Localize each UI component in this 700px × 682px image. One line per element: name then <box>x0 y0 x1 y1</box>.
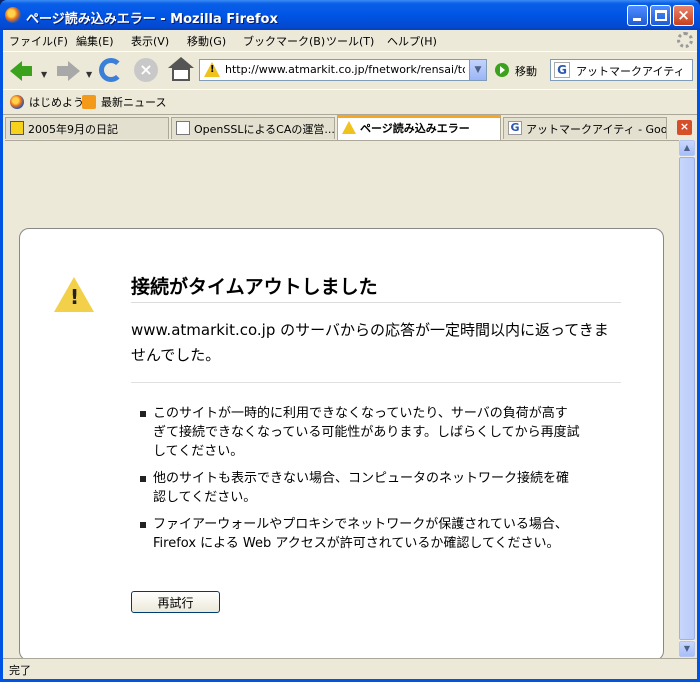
stop-icon: × <box>134 58 158 82</box>
browser-window: ページ読み込みエラー - Mozilla Firefox × ファイル(F) 編… <box>0 0 700 682</box>
status-text: 完了 <box>9 664 31 677</box>
menu-bar: ファイル(F) 編集(E) 表示(V) 移動(G) ブックマーク(B) ツール(… <box>3 30 697 50</box>
warning-icon: ! <box>204 62 220 77</box>
rss-icon <box>82 95 96 109</box>
url-history-dropdown[interactable]: ▼ <box>469 60 486 80</box>
menu-file[interactable]: ファイル(F) <box>9 33 68 49</box>
minimize-button[interactable] <box>627 5 648 26</box>
divider <box>131 382 621 383</box>
tab-label: 2005年9月の日記 <box>28 123 118 136</box>
reload-icon <box>99 58 123 82</box>
warning-glyph: ! <box>210 64 215 75</box>
error-description: www.atmarkit.co.jp のサーバからの応答が一定時間以内に返ってき… <box>131 321 609 364</box>
search-input[interactable]: アットマークアイティ <box>576 63 685 79</box>
warning-icon <box>342 121 356 134</box>
minimize-icon <box>633 18 641 21</box>
tab-page-load-error[interactable]: ページ読み込みエラー <box>337 115 501 140</box>
back-arrow-shaft <box>21 66 32 76</box>
url-bar[interactable]: ! http://www.atmarkit.co.jp/fnetwork/ren… <box>199 59 487 81</box>
url-input[interactable]: http://www.atmarkit.co.jp/fnetwork/rensa… <box>225 63 465 76</box>
stop-button[interactable]: × <box>131 55 161 85</box>
firefox-icon <box>5 7 21 23</box>
list-item: このサイトが一時的に利用できなくなっていたり、サーバの負荷が高すぎて接続できなく… <box>140 404 580 461</box>
status-bar: 完了 <box>3 658 697 679</box>
tab-google-search[interactable]: G アットマークアイティ - Googl... <box>503 117 667 139</box>
menu-help[interactable]: ヘルプ(H) <box>387 33 437 49</box>
bookmark-getting-started[interactable]: はじめよう <box>29 94 84 110</box>
google-icon[interactable]: G <box>554 62 570 78</box>
forward-arrow-shaft <box>57 66 68 76</box>
firefox-icon <box>10 95 24 109</box>
navigation-toolbar: ▼ ▼ × ! http://www.atmarkit.co.jp/fnetwo… <box>3 51 697 87</box>
close-icon: × <box>677 6 690 24</box>
list-item: 他のサイトも表示できない場合、コンピュータのネットワーク接続を確認してください。 <box>140 469 580 507</box>
maximize-button[interactable] <box>650 5 671 26</box>
tab-openssl[interactable]: OpenSSLによるCAの運営... <box>171 117 335 139</box>
throbber-icon <box>677 32 693 48</box>
window-client: ファイル(F) 編集(E) 表示(V) 移動(G) ブックマーク(B) ツール(… <box>3 30 697 679</box>
menu-go[interactable]: 移動(G) <box>187 33 226 49</box>
home-icon <box>168 57 194 68</box>
page-icon <box>176 121 190 135</box>
page-content: ! 接続がタイムアウトしました www.atmarkit.co.jp のサーバか… <box>5 140 679 661</box>
window-title: ページ読み込みエラー - Mozilla Firefox <box>26 12 278 27</box>
menu-tools[interactable]: ツール(T) <box>326 33 374 49</box>
home-icon-body <box>172 68 190 81</box>
google-icon: G <box>508 121 522 135</box>
close-tab-button[interactable]: × <box>677 120 692 135</box>
warning-icon: ! <box>54 277 94 312</box>
menu-bookmarks[interactable]: ブックマーク(B) <box>243 33 325 49</box>
maximize-icon <box>655 10 667 21</box>
tab-label: OpenSSLによるCAの運営... <box>194 123 335 136</box>
menu-edit[interactable]: 編集(E) <box>76 33 114 49</box>
home-button[interactable] <box>166 55 196 85</box>
title-bar[interactable]: ページ読み込みエラー - Mozilla Firefox × <box>0 0 700 30</box>
arrow-page-icon <box>10 121 24 135</box>
vertical-scrollbar[interactable]: ▲ ▼ <box>679 140 695 657</box>
go-button[interactable]: 移動 <box>515 63 537 79</box>
search-bar[interactable]: G アットマークアイティ <box>550 59 693 81</box>
tab-strip: 2005年9月の日記 OpenSSLによるCAの運営... ページ読み込みエラー… <box>3 114 697 140</box>
close-window-button[interactable]: × <box>673 5 694 26</box>
warning-glyph: ! <box>70 285 80 309</box>
error-suggestions: このサイトが一時的に利用できなくなっていたり、サーバの負荷が高すぎて接続できなく… <box>140 404 580 561</box>
error-title: 接続がタイムアウトしました <box>131 272 621 303</box>
go-icon[interactable] <box>495 63 509 77</box>
scroll-up-button[interactable]: ▲ <box>679 140 695 156</box>
back-button[interactable] <box>7 55 37 85</box>
menu-view[interactable]: 表示(V) <box>131 33 169 49</box>
bookmark-latest-news[interactable]: 最新ニュース <box>101 94 166 110</box>
list-item: ファイアーウォールやプロキシでネットワークが保護されている場合、Firefox … <box>140 515 580 553</box>
forward-arrow-icon <box>68 61 80 81</box>
forward-button[interactable] <box>53 55 83 85</box>
retry-button[interactable]: 再試行 <box>131 591 220 613</box>
back-history-dropdown[interactable]: ▼ <box>41 70 47 79</box>
error-box: ! 接続がタイムアウトしました www.atmarkit.co.jp のサーバか… <box>19 228 664 661</box>
reload-button[interactable] <box>96 55 126 85</box>
scroll-thumb[interactable] <box>679 157 695 640</box>
tab-label: アットマークアイティ - Googl... <box>526 123 667 136</box>
forward-history-dropdown[interactable]: ▼ <box>86 70 92 79</box>
scroll-down-button[interactable]: ▼ <box>679 641 695 657</box>
tab-label: ページ読み込みエラー <box>360 122 470 135</box>
bookmarks-toolbar: はじめよう 最新ニュース <box>3 89 697 113</box>
tab-diary[interactable]: 2005年9月の日記 <box>5 117 169 139</box>
